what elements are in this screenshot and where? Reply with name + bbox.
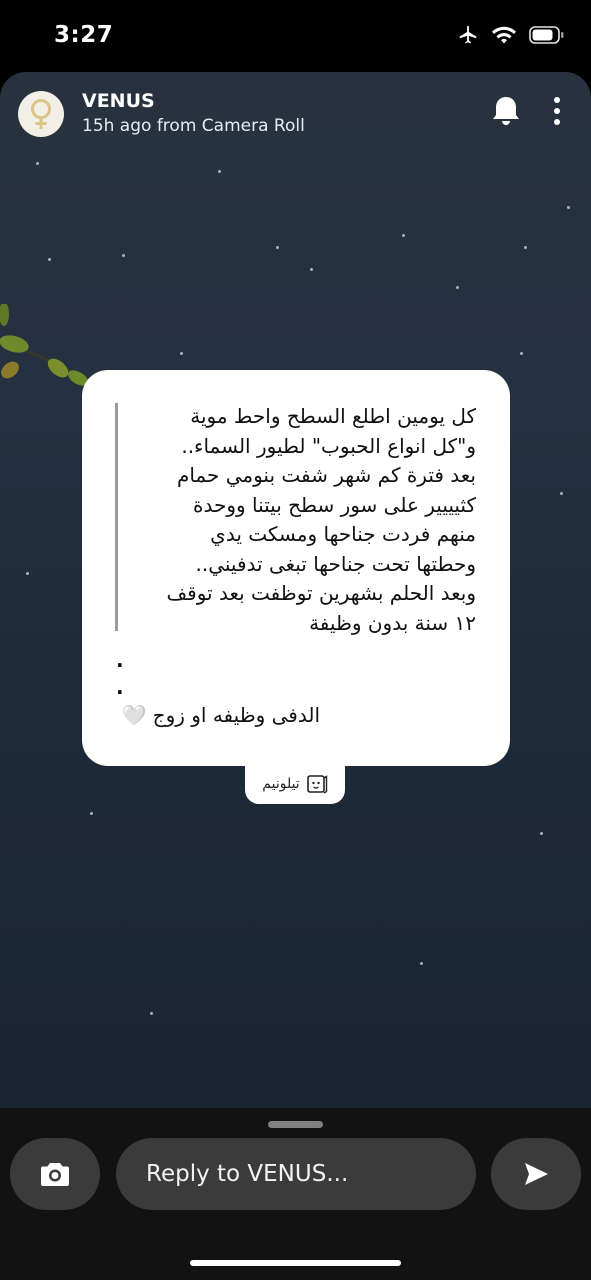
send-icon — [525, 1163, 548, 1185]
source-tag[interactable]: تيلونيم — [245, 764, 345, 804]
reply-bar: Reply to VENUS... — [0, 1108, 591, 1280]
send-button[interactable] — [491, 1138, 581, 1210]
box-face-icon — [306, 775, 327, 794]
story-view[interactable]: VENUS 15h ago from Camera Roll كل يومين … — [0, 72, 591, 1112]
quote-line: وحطتها تحت جناحها تبغى تدفيني.. — [195, 551, 477, 576]
quote-line: ١٢ سنة بدون وظيفة — [309, 610, 476, 635]
bell-icon[interactable] — [490, 94, 522, 128]
quote-line: و"كل انواع الحبوب" لطيور السماء.. — [181, 433, 476, 458]
airplane-icon — [459, 25, 477, 44]
story-meta: 15h ago from Camera Roll — [82, 116, 305, 136]
camera-icon — [41, 1163, 69, 1186]
avatar[interactable] — [18, 91, 64, 137]
card-footer: الدفى وظيفه او زوج 🤍 — [122, 700, 320, 730]
quote-text: كل يومين اطلع السطح واحط موية و"كل انواع… — [126, 402, 476, 638]
header-text: VENUS 15h ago from Camera Roll — [82, 90, 305, 138]
user-name[interactable]: VENUS — [82, 90, 305, 112]
status-bar: 3:27 — [0, 0, 591, 72]
branch-leaves — [0, 304, 96, 386]
quote-bar — [115, 403, 118, 631]
reply-input[interactable]: Reply to VENUS... — [116, 1138, 476, 1210]
white-heart-emoji: 🤍 — [121, 703, 147, 727]
separator-dot: . — [116, 648, 124, 672]
footer-text: الدفى وظيفه او زوج — [152, 703, 320, 727]
quote-line: كل يومين اطلع السطح واحط موية — [190, 404, 476, 428]
quote-line: وبعد الحلم بشهرين توظفت بعد توقف — [166, 581, 476, 605]
drag-handle[interactable] — [268, 1121, 323, 1128]
more-vertical-icon[interactable] — [552, 96, 562, 126]
wifi-icon — [492, 26, 516, 44]
camera-button[interactable] — [10, 1138, 100, 1210]
story-header: VENUS 15h ago from Camera Roll — [18, 90, 305, 138]
status-icons — [457, 24, 565, 46]
quote-card[interactable]: كل يومين اطلع السطح واحط موية و"كل انواع… — [82, 370, 510, 766]
home-indicator — [190, 1260, 401, 1266]
quote-line: منهم فردت جناحها ومسكت يدي — [210, 522, 476, 546]
reply-placeholder: Reply to VENUS... — [146, 1161, 349, 1187]
battery-icon — [529, 26, 564, 44]
separator-dot: . — [116, 675, 124, 699]
venus-symbol-icon — [31, 99, 51, 129]
source-tag-label: تيلونيم — [262, 776, 300, 792]
quote-line: بعد فترة كم شهر شفت بنومي حمام — [176, 463, 476, 487]
status-time: 3:27 — [54, 22, 114, 48]
quote-line: كثيييير على سور سطح بيتنا ووحدة — [193, 492, 476, 517]
